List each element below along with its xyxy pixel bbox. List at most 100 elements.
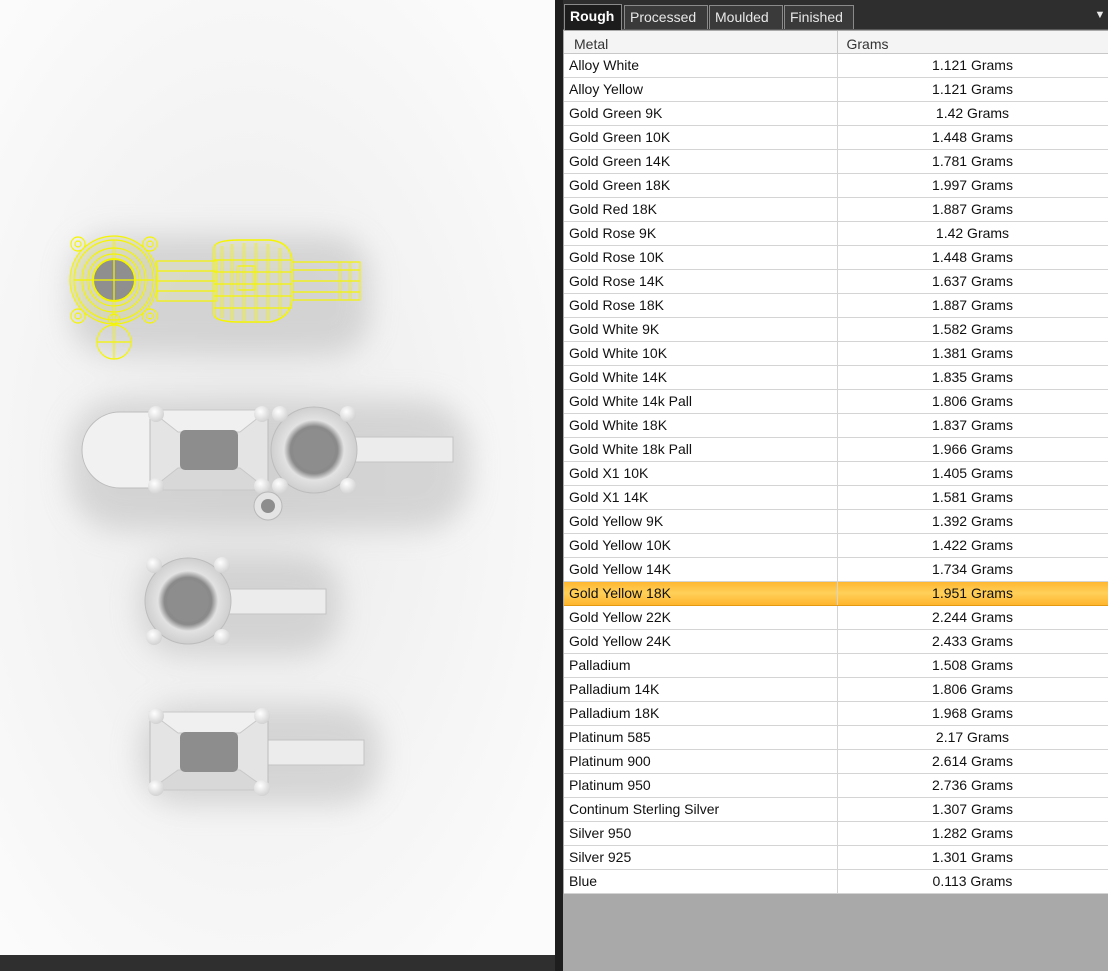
metal-name-cell[interactable]: Gold Yellow 18K — [564, 581, 838, 606]
metal-name-cell[interactable]: Alloy White — [564, 53, 838, 78]
metal-name-cell[interactable]: Silver 950 — [564, 821, 838, 846]
table-row[interactable]: Gold Green 18K 1.997 Grams — [564, 173, 1108, 198]
metal-name-cell[interactable]: Platinum 950 — [564, 773, 838, 798]
grams-cell[interactable]: 1.637 Grams — [837, 269, 1108, 294]
metal-name-cell[interactable]: Gold Yellow 24K — [564, 629, 838, 654]
metal-name-cell[interactable]: Gold Green 14K — [564, 149, 838, 174]
metal-name-cell[interactable]: Gold Yellow 22K — [564, 605, 838, 630]
table-row[interactable]: Palladium 18K 1.968 Grams — [564, 701, 1108, 726]
grams-cell[interactable]: 1.997 Grams — [837, 173, 1108, 198]
tab-rough[interactable]: Rough — [564, 4, 622, 30]
metal-name-cell[interactable]: Gold White 14K — [564, 365, 838, 390]
table-row[interactable]: Gold White 14K 1.835 Grams — [564, 365, 1108, 390]
grams-cell[interactable]: 1.282 Grams — [837, 821, 1108, 846]
table-row[interactable]: Gold Rose 10K 1.448 Grams — [564, 245, 1108, 270]
grams-cell[interactable]: 1.806 Grams — [837, 677, 1108, 702]
table-row[interactable]: Gold Green 10K 1.448 Grams — [564, 125, 1108, 150]
tab-moulded[interactable]: Moulded — [709, 5, 783, 29]
grams-cell[interactable]: 1.121 Grams — [837, 77, 1108, 102]
table-row[interactable]: Gold Yellow 24K 2.433 Grams — [564, 629, 1108, 654]
column-header-metal[interactable]: Metal — [564, 31, 838, 54]
metal-name-cell[interactable]: Gold Yellow 9K — [564, 509, 838, 534]
grams-cell[interactable]: 1.508 Grams — [837, 653, 1108, 678]
3d-viewport[interactable] — [0, 0, 555, 955]
table-row[interactable]: Gold Rose 9K 1.42 Grams — [564, 221, 1108, 246]
metal-name-cell[interactable]: Gold Green 10K — [564, 125, 838, 150]
grams-cell[interactable]: 1.301 Grams — [837, 845, 1108, 870]
metal-name-cell[interactable]: Platinum 900 — [564, 749, 838, 774]
grams-cell[interactable]: 2.736 Grams — [837, 773, 1108, 798]
grams-cell[interactable]: 1.307 Grams — [837, 797, 1108, 822]
grams-cell[interactable]: 1.42 Grams — [837, 221, 1108, 246]
metal-name-cell[interactable]: Gold White 18K — [564, 413, 838, 438]
metal-name-cell[interactable]: Palladium 14K — [564, 677, 838, 702]
grams-cell[interactable]: 1.951 Grams — [837, 581, 1108, 606]
grams-cell[interactable]: 1.448 Grams — [837, 125, 1108, 150]
grams-cell[interactable]: 1.966 Grams — [837, 437, 1108, 462]
metal-name-cell[interactable]: Gold Rose 14K — [564, 269, 838, 294]
table-row[interactable]: Gold White 18K 1.837 Grams — [564, 413, 1108, 438]
grams-cell[interactable]: 1.448 Grams — [837, 245, 1108, 270]
table-row[interactable]: Blue 0.113 Grams — [564, 869, 1108, 894]
table-row[interactable]: Alloy White 1.121 Grams — [564, 53, 1108, 78]
metal-name-cell[interactable]: Gold Green 9K — [564, 101, 838, 126]
grams-cell[interactable]: 1.734 Grams — [837, 557, 1108, 582]
metal-name-cell[interactable]: Gold X1 10K — [564, 461, 838, 486]
metal-name-cell[interactable]: Gold Yellow 10K — [564, 533, 838, 558]
table-row[interactable]: Gold Green 14K 1.781 Grams — [564, 149, 1108, 174]
table-row[interactable]: Alloy Yellow 1.121 Grams — [564, 77, 1108, 102]
metal-name-cell[interactable]: Blue — [564, 869, 838, 894]
table-row[interactable]: Gold White 10K 1.381 Grams — [564, 341, 1108, 366]
table-row[interactable]: Gold Yellow 9K 1.392 Grams — [564, 509, 1108, 534]
grams-cell[interactable]: 1.42 Grams — [837, 101, 1108, 126]
table-row[interactable]: Platinum 950 2.736 Grams — [564, 773, 1108, 798]
table-row[interactable]: Palladium 1.508 Grams — [564, 653, 1108, 678]
grams-cell[interactable]: 2.433 Grams — [837, 629, 1108, 654]
grams-cell[interactable]: 0.113 Grams — [837, 869, 1108, 894]
grams-cell[interactable]: 1.887 Grams — [837, 293, 1108, 318]
table-row[interactable]: Gold Yellow 18K 1.951 Grams — [564, 581, 1108, 606]
metal-name-cell[interactable]: Gold Rose 18K — [564, 293, 838, 318]
chevron-down-icon[interactable]: ▼ — [1094, 9, 1106, 21]
table-row[interactable]: Gold Rose 18K 1.887 Grams — [564, 293, 1108, 318]
grams-cell[interactable]: 1.582 Grams — [837, 317, 1108, 342]
table-row[interactable]: Gold White 9K 1.582 Grams — [564, 317, 1108, 342]
table-row[interactable]: Palladium 14K 1.806 Grams — [564, 677, 1108, 702]
grams-cell[interactable]: 2.614 Grams — [837, 749, 1108, 774]
table-row[interactable]: Gold Red 18K 1.887 Grams — [564, 197, 1108, 222]
grams-cell[interactable]: 1.968 Grams — [837, 701, 1108, 726]
grams-cell[interactable]: 1.392 Grams — [837, 509, 1108, 534]
grams-cell[interactable]: 1.837 Grams — [837, 413, 1108, 438]
table-row[interactable]: Gold White 14k Pall 1.806 Grams — [564, 389, 1108, 414]
tab-finished[interactable]: Finished — [784, 5, 854, 29]
viewport-canvas[interactable] — [0, 0, 555, 955]
table-row[interactable]: Platinum 585 2.17 Grams — [564, 725, 1108, 750]
grams-cell[interactable]: 1.581 Grams — [837, 485, 1108, 510]
metal-name-cell[interactable]: Gold White 14k Pall — [564, 389, 838, 414]
table-row[interactable]: Silver 950 1.282 Grams — [564, 821, 1108, 846]
grams-cell[interactable]: 1.887 Grams — [837, 197, 1108, 222]
column-header-grams[interactable]: Grams — [837, 31, 1108, 54]
grams-cell[interactable]: 1.422 Grams — [837, 533, 1108, 558]
metal-name-cell[interactable]: Gold Red 18K — [564, 197, 838, 222]
grams-cell[interactable]: 1.121 Grams — [837, 53, 1108, 78]
metal-name-cell[interactable]: Palladium — [564, 653, 838, 678]
table-row[interactable]: Platinum 900 2.614 Grams — [564, 749, 1108, 774]
table-row[interactable]: Continum Sterling Silver 1.307 Grams — [564, 797, 1108, 822]
grams-cell[interactable]: 2.17 Grams — [837, 725, 1108, 750]
table-row[interactable]: Gold Rose 14K 1.637 Grams — [564, 269, 1108, 294]
table-row[interactable]: Gold Yellow 10K 1.422 Grams — [564, 533, 1108, 558]
metal-name-cell[interactable]: Alloy Yellow — [564, 77, 838, 102]
metal-name-cell[interactable]: Gold White 10K — [564, 341, 838, 366]
table-row[interactable]: Gold X1 14K 1.581 Grams — [564, 485, 1108, 510]
metal-name-cell[interactable]: Gold White 9K — [564, 317, 838, 342]
tab-processed[interactable]: Processed — [624, 5, 708, 29]
metal-name-cell[interactable]: Continum Sterling Silver — [564, 797, 838, 822]
table-row[interactable]: Gold Yellow 14K 1.734 Grams — [564, 557, 1108, 582]
metal-name-cell[interactable]: Platinum 585 — [564, 725, 838, 750]
metal-name-cell[interactable]: Palladium 18K — [564, 701, 838, 726]
metal-name-cell[interactable]: Gold Rose 9K — [564, 221, 838, 246]
grams-cell[interactable]: 1.806 Grams — [837, 389, 1108, 414]
grams-cell[interactable]: 1.781 Grams — [837, 149, 1108, 174]
table-row[interactable]: Gold X1 10K 1.405 Grams — [564, 461, 1108, 486]
